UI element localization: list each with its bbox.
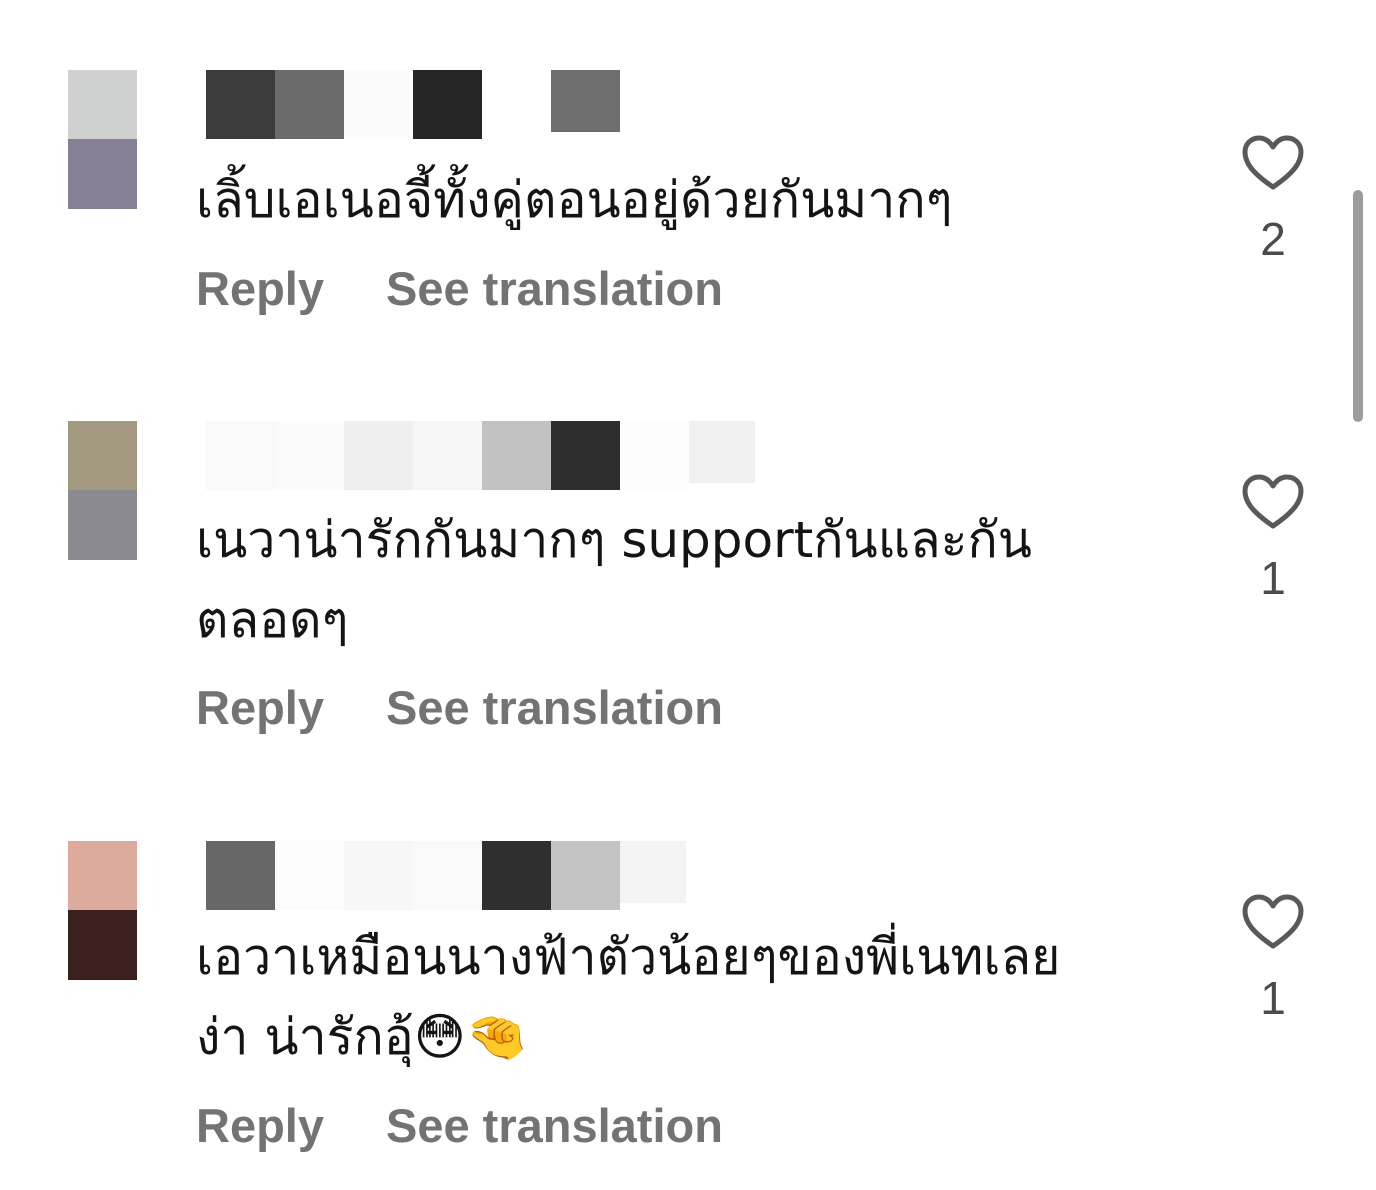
comment-text: เนวาน่ารักกันมากๆ supportกันและกัน ตลอดๆ bbox=[196, 511, 1032, 649]
like-control: 1 bbox=[1236, 893, 1310, 1023]
comment-actions: Reply See translation bbox=[196, 258, 723, 318]
like-count: 2 bbox=[1260, 213, 1286, 265]
avatar[interactable] bbox=[68, 841, 137, 980]
see-translation-button[interactable]: See translation bbox=[386, 680, 723, 735]
avatar[interactable] bbox=[68, 421, 137, 560]
heart-outline-icon[interactable] bbox=[1241, 473, 1305, 531]
like-control: 2 bbox=[1236, 134, 1310, 264]
heart-outline-icon[interactable] bbox=[1241, 134, 1305, 192]
comment-text: เลิ้บเอเนอจี้ทั้งคู่ตอนอยู่ด้วยกันมากๆ bbox=[196, 171, 953, 229]
comment-actions: Reply See translation bbox=[196, 677, 723, 737]
like-count: 1 bbox=[1260, 552, 1286, 604]
avatar[interactable] bbox=[68, 70, 137, 209]
like-count: 1 bbox=[1260, 972, 1286, 1024]
see-translation-button[interactable]: See translation bbox=[386, 261, 723, 316]
reply-button[interactable]: Reply bbox=[196, 1098, 324, 1153]
reply-button[interactable]: Reply bbox=[196, 261, 324, 316]
see-translation-button[interactable]: See translation bbox=[386, 1098, 723, 1153]
like-control: 1 bbox=[1236, 473, 1310, 603]
comment-actions: Reply See translation bbox=[196, 1095, 723, 1155]
heart-outline-icon[interactable] bbox=[1241, 893, 1305, 951]
reply-button[interactable]: Reply bbox=[196, 680, 324, 735]
scrollbar[interactable] bbox=[1353, 190, 1363, 422]
comment-text: เอวาเหมือนนางฟ้าตัวน้อยๆของพี่เนทเลย ง่า… bbox=[196, 928, 1061, 1066]
